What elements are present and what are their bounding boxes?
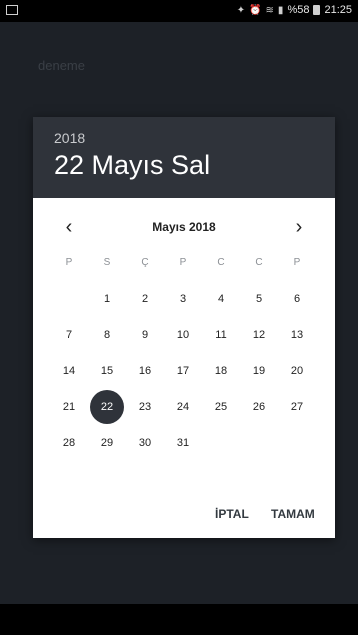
day-cell[interactable]: 30 [126, 429, 164, 457]
day-cell[interactable]: 6 [278, 285, 316, 313]
day-cell[interactable]: 18 [202, 357, 240, 385]
month-navigation: ‹ Mayıs 2018 › [33, 198, 335, 256]
date-picker-dialog: 2018 22 Mayıs Sal ‹ Mayıs 2018 › PSÇPCCP… [33, 117, 335, 538]
dialog-actions: İPTAL TAMAM [33, 507, 335, 527]
weekday-label: S [103, 257, 111, 268]
battery-icon [313, 5, 321, 15]
battery-percent: %58 [287, 4, 310, 16]
day-cell[interactable]: 7 [50, 321, 88, 349]
weekday-header: PSÇPCCP [50, 257, 320, 277]
day-cell[interactable]: 31 [164, 429, 202, 457]
day-cell[interactable]: 12 [240, 321, 278, 349]
day-cell[interactable]: 17 [164, 357, 202, 385]
day-cell[interactable]: 16 [126, 357, 164, 385]
weekday-label: P [65, 257, 73, 268]
day-cell[interactable]: 1 [88, 285, 126, 313]
day-cell[interactable]: 10 [164, 321, 202, 349]
status-bar: ✦ ⏰ ≋ ▮ %58 21:25 [0, 0, 358, 22]
weekday-label: C [217, 257, 225, 268]
day-cell[interactable]: 11 [202, 321, 240, 349]
day-cell[interactable]: 4 [202, 285, 240, 313]
day-cell[interactable]: 24 [164, 393, 202, 421]
day-cell[interactable]: 5 [240, 285, 278, 313]
day-cell[interactable]: 2 [126, 285, 164, 313]
selected-date-title[interactable]: 22 Mayıs Sal [54, 150, 210, 181]
image-notification-icon [6, 5, 18, 15]
day-cell[interactable]: 20 [278, 357, 316, 385]
navigation-bar [0, 604, 358, 635]
alarm-icon: ⏰ [249, 4, 262, 16]
dialog-header: 2018 22 Mayıs Sal [33, 117, 335, 198]
time: 21:25 [324, 4, 352, 16]
day-cell[interactable]: 27 [278, 393, 316, 421]
weekday-label: P [179, 257, 187, 268]
weekday-label: P [293, 257, 301, 268]
day-cell[interactable]: 21 [50, 393, 88, 421]
day-cell[interactable]: 3 [164, 285, 202, 313]
ok-button[interactable]: TAMAM [271, 507, 315, 521]
chevron-right-icon[interactable]: › [289, 217, 309, 238]
day-cell[interactable]: 15 [88, 357, 126, 385]
day-cell[interactable]: 25 [202, 393, 240, 421]
weekday-label: C [255, 257, 263, 268]
signal-icon: ▮ [277, 4, 284, 16]
weekday-label: Ç [141, 257, 149, 268]
day-cell[interactable]: 14 [50, 357, 88, 385]
day-cell[interactable]: 8 [88, 321, 126, 349]
day-cell[interactable]: 13 [278, 321, 316, 349]
day-cell[interactable]: 19 [240, 357, 278, 385]
day-cell[interactable]: 28 [50, 429, 88, 457]
mute-icon: ✦ [236, 4, 246, 16]
cancel-button[interactable]: İPTAL [215, 507, 249, 521]
day-cell[interactable]: 9 [126, 321, 164, 349]
selected-day[interactable]: 22 [90, 390, 124, 424]
status-icons: ✦ ⏰ ≋ ▮ %58 21:25 [237, 4, 352, 16]
selected-year[interactable]: 2018 [54, 130, 85, 146]
day-cell[interactable]: 26 [240, 393, 278, 421]
day-cell[interactable]: 23 [126, 393, 164, 421]
background-input: deneme [38, 58, 85, 73]
wifi-icon: ≋ [265, 4, 274, 16]
day-cell[interactable]: 29 [88, 429, 126, 457]
